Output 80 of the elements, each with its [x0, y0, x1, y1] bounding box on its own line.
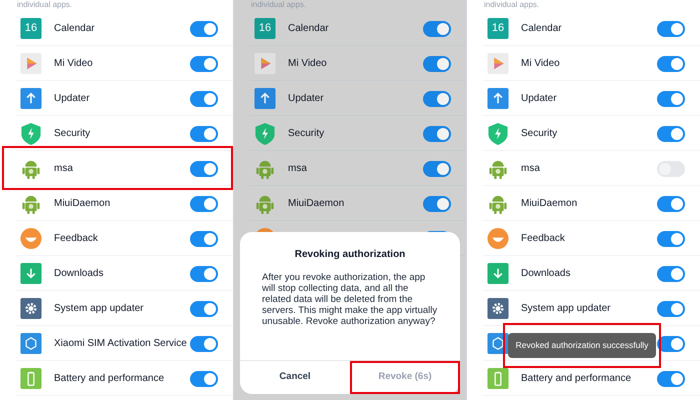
- dialog-title: Revoking authorization: [294, 248, 406, 262]
- app-name: Calendar: [54, 22, 96, 36]
- toggle-switch[interactable]: [423, 196, 451, 212]
- app-name: msa: [54, 162, 74, 176]
- app-name: Mi Video: [288, 57, 328, 71]
- app-name: Feedback: [54, 232, 99, 246]
- battery-icon: [20, 368, 42, 390]
- app-name: Calendar: [521, 22, 563, 36]
- app-name: System app updater: [521, 302, 612, 316]
- toggle-switch[interactable]: [657, 20, 685, 36]
- toggle-switch[interactable]: [190, 196, 218, 212]
- toggle-switch[interactable]: [190, 230, 218, 246]
- smiley-icon: [20, 228, 42, 250]
- app-name: Security: [521, 127, 558, 141]
- toggle-switch[interactable]: [423, 160, 451, 176]
- toggle-switch[interactable]: [657, 230, 685, 246]
- app-name: MiuiDaemon: [54, 197, 112, 211]
- toggle-switch[interactable]: [657, 56, 685, 72]
- toggle-switch[interactable]: [190, 126, 218, 142]
- app-name: Feedback: [521, 232, 566, 246]
- app-name: Updater: [521, 92, 558, 106]
- app-name: Downloads: [521, 267, 572, 281]
- app-name: msa: [288, 162, 308, 176]
- app-name: Updater: [54, 92, 91, 106]
- settings-icon: [20, 298, 42, 320]
- settings-icon: [487, 298, 509, 320]
- calendar-date: 16: [490, 21, 506, 36]
- calendar-date: 16: [24, 21, 38, 36]
- toggle-switch[interactable]: [657, 266, 685, 282]
- toggle-switch[interactable]: [657, 370, 685, 386]
- toggle-switch[interactable]: [423, 20, 451, 36]
- app-name: Calendar: [288, 22, 330, 36]
- toggle-switch[interactable]: [190, 56, 218, 72]
- app-name: Security: [288, 127, 326, 141]
- dialog-message: After you revoke authorization, the app will stop collecting data, and all the related data will be deleted from the servers. This might make the app virtually unusable. Revoke authorization anyway?: [262, 272, 438, 327]
- toggle-switch[interactable]: [657, 336, 685, 352]
- toggle-switch[interactable]: [190, 90, 218, 106]
- toggle-switch[interactable]: [657, 300, 685, 316]
- toggle-switch[interactable]: [190, 300, 218, 316]
- app-name: Downloads: [54, 267, 104, 281]
- app-name: msa: [521, 162, 541, 176]
- shield-icon: [254, 122, 276, 144]
- toast-message: Revoked authorization successfully: [508, 333, 656, 358]
- app-name: Xiaomi SIM Activation Service: [54, 337, 188, 351]
- play-icon: [20, 52, 42, 74]
- app-name: System app updater: [54, 302, 144, 316]
- play-icon: [254, 52, 276, 74]
- toggle-switch[interactable]: [190, 336, 218, 352]
- download-icon: [487, 262, 509, 284]
- toggle-switch[interactable]: [423, 126, 451, 142]
- toggle-switch[interactable]: [423, 56, 451, 72]
- header-text: individual apps.: [483, 0, 540, 11]
- header-text: individual apps.: [250, 0, 308, 11]
- toggle-switch[interactable]: [190, 20, 218, 36]
- app-name: Battery and performance: [54, 372, 166, 386]
- shield-icon: [487, 122, 509, 144]
- app-name: Updater: [288, 92, 325, 106]
- sim-icon: [20, 332, 42, 354]
- app-name: Mi Video: [521, 57, 561, 71]
- shield-icon: [20, 122, 42, 144]
- app-name: Battery and performance: [521, 372, 632, 386]
- header-text: individual apps.: [16, 0, 74, 11]
- toggle-switch[interactable]: [423, 90, 451, 106]
- toggle-switch[interactable]: [657, 126, 685, 142]
- dialog-button[interactable]: Cancel: [240, 361, 350, 394]
- toggle-switch[interactable]: [657, 196, 685, 212]
- play-icon: [487, 52, 509, 74]
- toggle-switch[interactable]: [657, 160, 685, 176]
- app-name: MiuiDaemon: [288, 197, 346, 211]
- toggle-switch[interactable]: [657, 90, 685, 106]
- toggle-switch[interactable]: [190, 160, 218, 176]
- battery-icon: [487, 368, 509, 390]
- smiley-icon: [487, 228, 509, 250]
- toggle-switch[interactable]: [190, 370, 218, 386]
- app-name: MiuiDaemon: [521, 197, 578, 211]
- app-name: Security: [54, 127, 92, 141]
- toggle-switch[interactable]: [190, 266, 218, 282]
- app-name: Mi Video: [54, 57, 94, 71]
- calendar-date: 16: [258, 21, 272, 36]
- download-icon: [20, 262, 42, 284]
